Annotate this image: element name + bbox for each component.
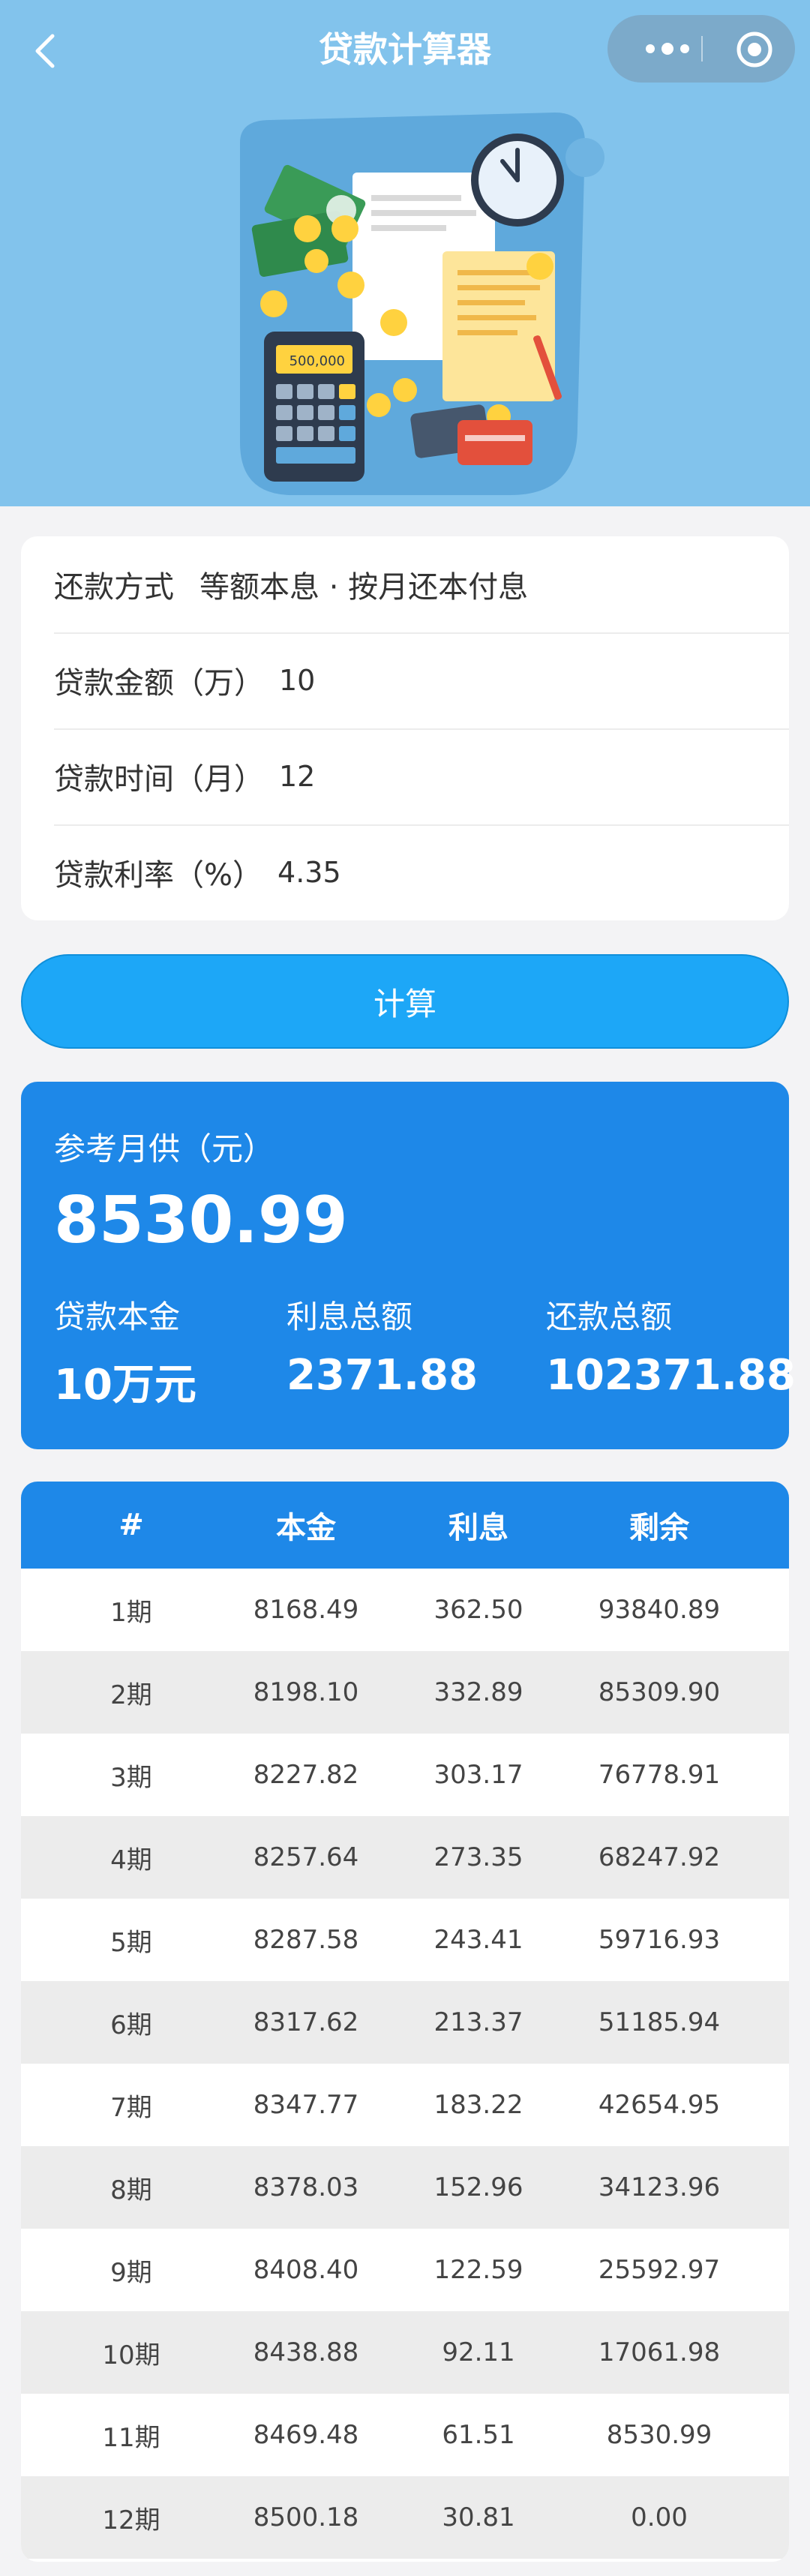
mini-program-capsule — [608, 15, 795, 83]
cell-interest: 152.96 — [434, 2172, 524, 2202]
cell-remaining: 0.00 — [631, 2502, 688, 2532]
table-row: 3期 8227.82 303.17 76778.91 — [21, 1734, 789, 1816]
total-repayment-value: 102371.88 — [546, 1351, 796, 1400]
cell-period: 12期 — [102, 2505, 160, 2535]
cell-remaining: 25592.97 — [598, 2255, 721, 2285]
cell-principal: 8408.40 — [253, 2255, 359, 2285]
result-summary: 参考月供（元） 8530.99 贷款本金 10万元 利息总额 2371.88 还… — [21, 1082, 796, 1449]
cell-remaining: 42654.95 — [598, 2090, 721, 2120]
cell-remaining: 76778.91 — [598, 1760, 721, 1790]
cell-period: 3期 — [110, 1762, 152, 1793]
target-circle-icon[interactable] — [735, 30, 774, 69]
cell-interest: 362.50 — [434, 1595, 524, 1625]
cell-interest: 30.81 — [442, 2502, 515, 2532]
cell-principal: 8347.77 — [253, 2090, 359, 2120]
loan-form: 还款方式 等额本息 · 按月还本付息 贷款金额（万） 10 贷款时间（月） 12… — [21, 536, 789, 920]
table-row: 9期 8408.40 122.59 25592.97 — [21, 2229, 789, 2311]
cell-principal: 8469.48 — [253, 2420, 359, 2450]
cell-period: 4期 — [110, 1845, 152, 1875]
capsule-divider — [701, 36, 703, 62]
cell-interest: 61.51 — [442, 2420, 515, 2450]
interest-rate-input[interactable]: 4.35 — [278, 856, 341, 889]
cell-interest: 92.11 — [442, 2337, 515, 2367]
header-principal: 本金 — [276, 1511, 336, 1545]
repayment-method-row[interactable]: 还款方式 等额本息 · 按月还本付息 — [54, 536, 766, 632]
cell-remaining: 51185.94 — [598, 2007, 721, 2037]
cell-period: 7期 — [110, 2092, 152, 2123]
principal-label: 贷款本金 — [54, 1299, 181, 1335]
cell-period: 11期 — [102, 2422, 160, 2453]
loan-term-label: 贷款时间（月） — [54, 762, 264, 797]
hero-banner: 贷款计算器 500,000 — [0, 0, 810, 506]
loan-amount-label: 贷款金额（万） — [54, 666, 264, 701]
table-row: 2期 8198.10 332.89 85309.90 — [21, 1651, 789, 1734]
header-remaining: 剩余 — [629, 1511, 689, 1545]
cell-remaining: 59716.93 — [598, 1925, 721, 1955]
cell-interest: 243.41 — [434, 1925, 524, 1955]
monthly-payment-label: 参考月供（元） — [54, 1130, 275, 1167]
table-row: 5期 8287.58 243.41 59716.93 — [21, 1899, 789, 1981]
loan-term-input[interactable]: 12 — [279, 760, 315, 793]
header-interest: 利息 — [448, 1511, 508, 1545]
cell-principal: 8317.62 — [253, 2007, 359, 2037]
interest-rate-row[interactable]: 贷款利率（%） 4.35 — [54, 824, 766, 920]
total-interest-label: 利息总额 — [286, 1299, 413, 1335]
total-repayment-label: 还款总额 — [546, 1299, 673, 1335]
total-repayment-stat: 还款总额 102371.88 — [546, 1292, 796, 1400]
cell-principal: 8257.64 — [253, 1842, 359, 1872]
table-row: 11期 8469.48 61.51 8530.99 — [21, 2394, 789, 2476]
interest-rate-label: 贷款利率（%） — [54, 858, 263, 893]
total-interest-stat: 利息总额 2371.88 — [286, 1292, 478, 1400]
cell-interest: 303.17 — [434, 1760, 524, 1790]
cell-interest: 273.35 — [434, 1842, 524, 1872]
cell-interest: 122.59 — [434, 2255, 524, 2285]
cell-period: 6期 — [110, 2010, 152, 2040]
cell-interest: 332.89 — [434, 1677, 524, 1707]
cell-period: 5期 — [110, 1927, 152, 1958]
loan-term-row[interactable]: 贷款时间（月） 12 — [54, 728, 766, 824]
table-row: 12期 8500.18 30.81 0.00 — [21, 2476, 789, 2559]
principal-stat: 贷款本金 10万元 — [54, 1292, 196, 1412]
cell-principal: 8378.03 — [253, 2172, 359, 2202]
cell-period: 8期 — [110, 2175, 152, 2205]
table-row: 6期 8317.62 213.37 51185.94 — [21, 1981, 789, 2064]
principal-value: 10万元 — [54, 1361, 196, 1410]
cell-period: 1期 — [110, 1597, 152, 1628]
repayment-method-value[interactable]: 等额本息 · 按月还本付息 — [200, 563, 528, 606]
cell-interest: 183.22 — [434, 2090, 524, 2120]
cell-period: 2期 — [110, 1680, 152, 1710]
cell-period: 10期 — [102, 2340, 160, 2370]
repayment-method-label: 还款方式 — [54, 570, 174, 605]
cell-remaining: 34123.96 — [598, 2172, 721, 2202]
cell-remaining: 8530.99 — [606, 2420, 712, 2450]
table-row: 4期 8257.64 273.35 68247.92 — [21, 1816, 789, 1899]
cell-remaining: 68247.92 — [598, 1842, 721, 1872]
cell-remaining: 93840.89 — [598, 1595, 721, 1625]
total-interest-value: 2371.88 — [286, 1351, 478, 1400]
table-row: 8期 8378.03 152.96 34123.96 — [21, 2146, 789, 2229]
monthly-payment-value: 8530.99 — [54, 1183, 348, 1258]
cell-principal: 8287.58 — [253, 1925, 359, 1955]
cell-interest: 213.37 — [434, 2007, 524, 2037]
repayment-schedule-table: # 本金 利息 剩余 1期 8168.49 362.50 93840.89 2期 8198… — [21, 1482, 789, 2562]
cell-principal: 8500.18 — [253, 2502, 359, 2532]
calculate-button[interactable]: 计算 — [21, 954, 789, 1049]
cell-principal: 8438.88 — [253, 2337, 359, 2367]
loan-amount-row[interactable]: 贷款金额（万） 10 — [54, 632, 766, 728]
calculator-display: 500,000 — [290, 353, 345, 369]
cell-principal: 8168.49 — [253, 1595, 359, 1625]
header-period: # — [118, 1508, 144, 1542]
finance-illustration: 500,000 — [240, 113, 604, 495]
table-row: 1期 8168.49 362.50 93840.89 — [21, 1569, 789, 1651]
cell-remaining: 17061.98 — [598, 2337, 721, 2367]
table-row: 7期 8347.77 183.22 42654.95 — [21, 2064, 789, 2146]
cell-period: 9期 — [110, 2257, 152, 2288]
cell-principal: 8198.10 — [253, 1677, 359, 1707]
table-row: 10期 8438.88 92.11 17061.98 — [21, 2311, 789, 2394]
table-header: # 本金 利息 剩余 — [21, 1482, 789, 1569]
cell-remaining: 85309.90 — [598, 1677, 721, 1707]
more-dots-icon[interactable] — [636, 15, 699, 83]
cell-principal: 8227.82 — [253, 1760, 359, 1790]
loan-amount-input[interactable]: 10 — [279, 664, 315, 697]
